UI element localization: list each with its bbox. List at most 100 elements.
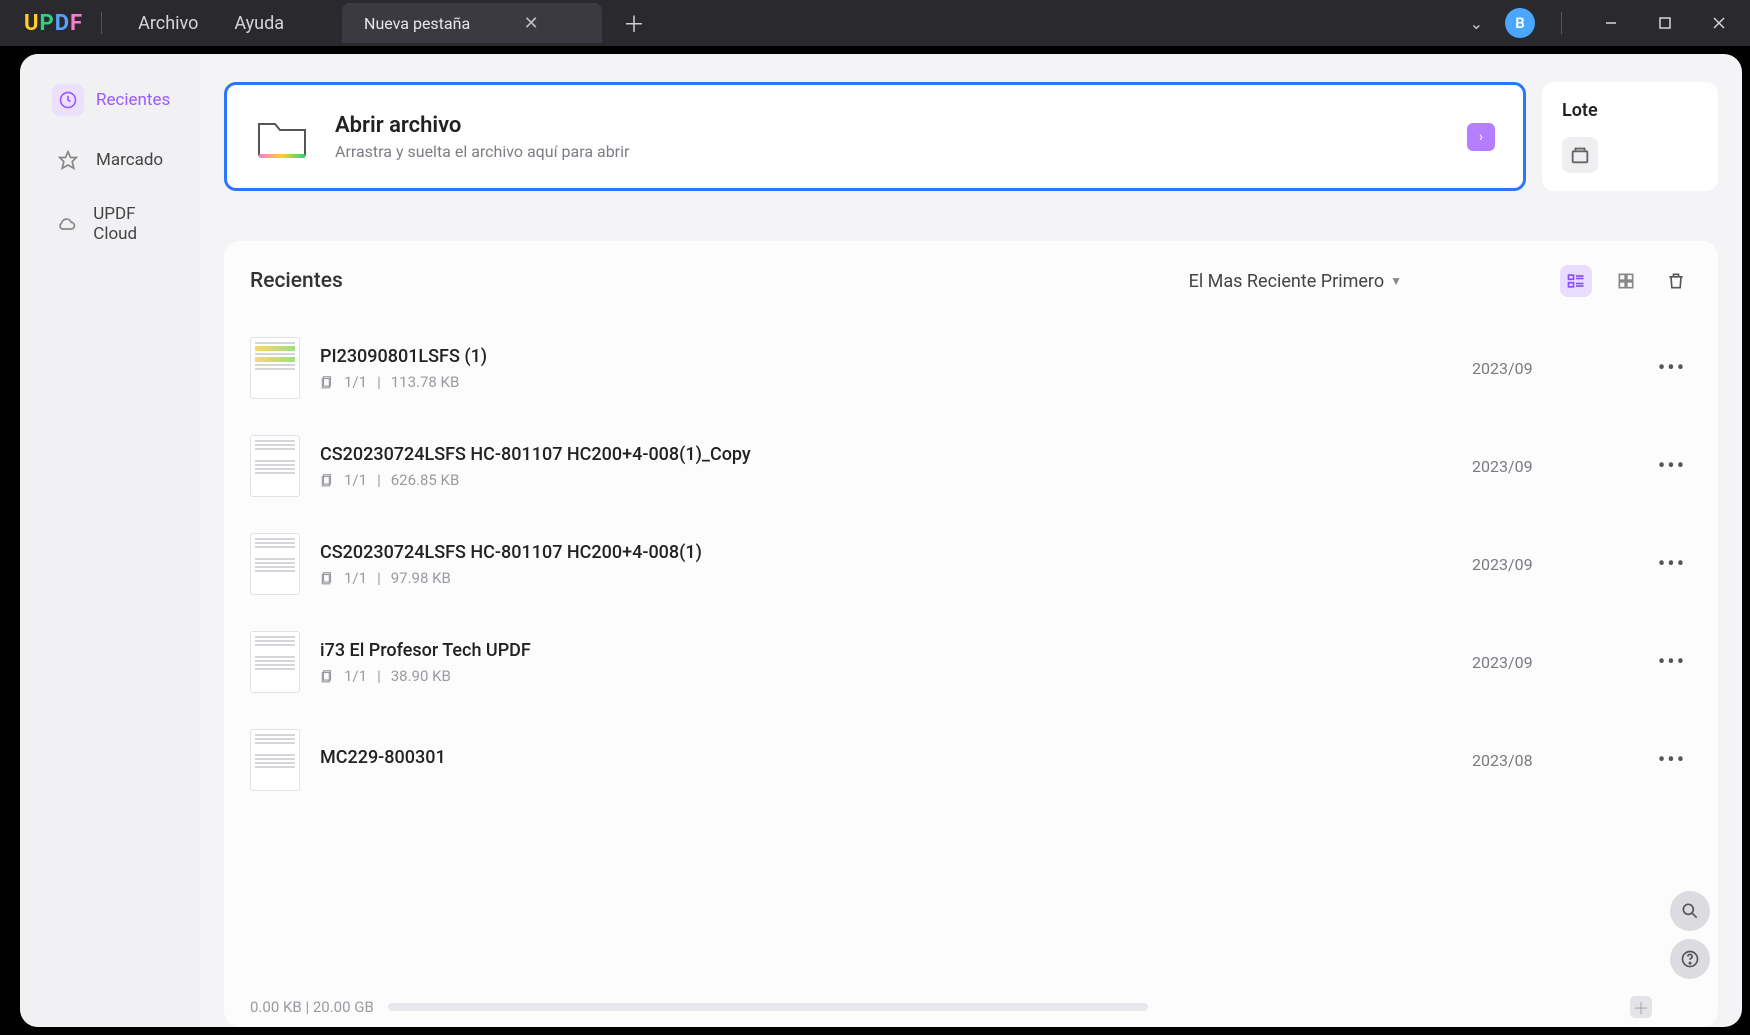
file-size: 38.90 KB [391,667,451,685]
sidebar-item-recents[interactable]: Recientes [30,74,190,126]
file-meta: 1/1 | 38.90 KB [320,667,1452,685]
open-file-texts: Abrir archivo Arrastra y suelta el archi… [335,113,1441,161]
file-meta: 1/1 | 626.85 KB [320,471,1452,489]
sidebar-item-cloud[interactable]: UPDF Cloud [30,194,190,254]
trash-button[interactable] [1660,265,1692,297]
app-logo: UPDF [24,11,83,36]
file-more-button[interactable]: ••• [1652,552,1692,577]
divider [1561,12,1562,34]
file-name: MC229-800301 [320,747,1452,768]
file-meta: 1/1 | 113.78 KB [320,373,1452,391]
window-maximize-button[interactable] [1642,3,1688,43]
sidebar-item-label: Marcado [96,150,163,170]
file-name: PI23090801LSFS (1) [320,346,1452,367]
file-date: 2023/08 [1472,751,1632,770]
file-date: 2023/09 [1472,359,1632,378]
file-row[interactable]: MC229-800301 2023/08 ••• [240,711,1702,809]
recents-header: Recientes El Mas Reciente Primero ▼ [240,265,1702,307]
folder-icon [255,114,309,160]
sort-dropdown[interactable]: El Mas Reciente Primero ▼ [1189,271,1402,292]
window-close-button[interactable] [1696,3,1742,43]
sidebar-item-starred[interactable]: Marcado [30,134,190,186]
open-file-card[interactable]: Abrir archivo Arrastra y suelta el archi… [224,82,1526,191]
storage-add-button[interactable]: ＋ [1630,996,1652,1018]
file-date: 2023/09 [1472,555,1632,574]
file-row[interactable]: CS20230724LSFS HC-801107 HC200+4-008(1)_… [240,417,1702,515]
clock-icon [52,84,84,116]
file-thumbnail [250,631,300,693]
open-file-go-icon[interactable]: › [1467,123,1495,151]
file-info: CS20230724LSFS HC-801107 HC200+4-008(1) 1… [320,542,1452,587]
file-row[interactable]: i73 El Profesor Tech UPDF1/1|38.90 KB202… [240,613,1702,711]
chevron-down-icon[interactable]: ⌄ [1456,6,1497,41]
batch-card[interactable]: Lote [1542,82,1718,191]
file-pages: 1/1 [344,471,367,489]
storage-track [388,1003,1148,1011]
pages-icon [320,375,334,389]
recents-controls: El Mas Reciente Primero ▼ [1189,265,1692,297]
file-info: i73 El Profesor Tech UPDF1/1|38.90 KB [320,640,1452,685]
file-info: MC229-800301 [320,747,1452,774]
storage-bar: 0.00 KB | 20.00 GB ＋ [240,987,1702,1027]
main-content: Abrir archivo Arrastra y suelta el archi… [200,54,1742,1027]
pages-icon [320,571,334,585]
open-file-title: Abrir archivo [335,113,1441,138]
storage-text: 0.00 KB | 20.00 GB [250,998,374,1016]
open-file-subtitle: Arrastra y suelta el archivo aquí para a… [335,142,1441,161]
file-name: CS20230724LSFS HC-801107 HC200+4-008(1)_… [320,444,1452,465]
file-name: CS20230724LSFS HC-801107 HC200+4-008(1) [320,542,1452,563]
recents-panel: Recientes El Mas Reciente Primero ▼ [224,241,1718,1027]
tab-new[interactable]: Nueva pestaña ✕ [342,3,602,43]
floating-search-button[interactable] [1670,891,1710,931]
meta-divider: | [377,471,381,489]
window-minimize-button[interactable] [1588,3,1634,43]
main-panel: Recientes Marcado UPDF Cloud [20,54,1742,1027]
file-size: 113.78 KB [391,373,460,391]
pages-icon [320,473,334,487]
titlebar: UPDF Archivo Ayuda Nueva pestaña ✕ ＋ ⌄ B [0,0,1750,46]
view-grid-button[interactable] [1610,265,1642,297]
star-icon [52,144,84,176]
pages-icon [320,669,334,683]
sort-label-text: El Mas Reciente Primero [1189,271,1385,292]
file-size: 97.98 KB [391,569,451,587]
file-thumbnail [250,729,300,791]
recents-title: Recientes [250,269,343,293]
meta-divider: | [377,667,381,685]
tab-close-icon[interactable]: ✕ [520,13,542,34]
file-more-button[interactable]: ••• [1652,454,1692,479]
file-date: 2023/09 [1472,653,1632,672]
meta-divider: | [377,373,381,391]
file-size: 626.85 KB [391,471,460,489]
file-more-button[interactable]: ••• [1652,650,1692,675]
batch-title: Lote [1562,100,1698,121]
left-stripe [20,94,34,987]
divider [101,12,102,34]
file-pages: 1/1 [344,569,367,587]
file-pages: 1/1 [344,373,367,391]
file-thumbnail [250,533,300,595]
meta-divider: | [377,569,381,587]
file-info: PI23090801LSFS (1) 1/1 | 113.78 KB [320,346,1452,391]
view-list-button[interactable] [1560,265,1592,297]
workspace: Recientes Marcado UPDF Cloud [0,46,1750,1035]
file-thumbnail [250,337,300,399]
chevron-down-icon: ▼ [1390,274,1402,288]
sidebar-item-label: UPDF Cloud [93,204,176,244]
file-pages: 1/1 [344,667,367,685]
file-meta: 1/1 | 97.98 KB [320,569,1452,587]
new-tab-button[interactable]: ＋ [620,7,648,39]
floating-help-button[interactable] [1670,939,1710,979]
file-date: 2023/09 [1472,457,1632,476]
file-thumbnail [250,435,300,497]
file-more-button[interactable]: ••• [1652,356,1692,381]
file-more-button[interactable]: ••• [1652,748,1692,773]
file-row[interactable]: PI23090801LSFS (1) 1/1 | 113.78 KB 2023/09 ••… [240,319,1702,417]
avatar[interactable]: B [1505,8,1535,38]
file-info: CS20230724LSFS HC-801107 HC200+4-008(1)_… [320,444,1452,489]
batch-icon [1562,137,1598,173]
menu-help[interactable]: Ayuda [216,13,302,34]
cloud-icon [52,208,81,240]
menu-file[interactable]: Archivo [120,13,216,34]
file-row[interactable]: CS20230724LSFS HC-801107 HC200+4-008(1) 1… [240,515,1702,613]
